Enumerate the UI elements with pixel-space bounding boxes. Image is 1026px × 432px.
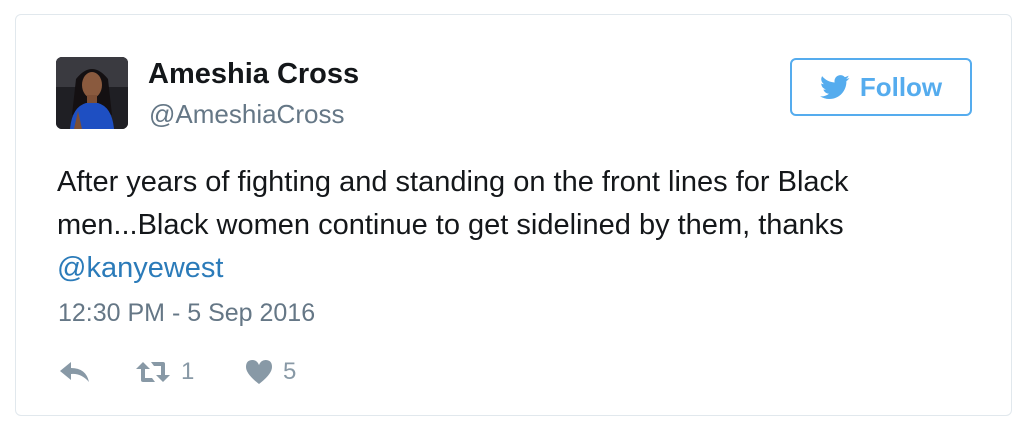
retweet-icon bbox=[135, 360, 171, 384]
profile-photo-icon bbox=[56, 57, 128, 129]
heart-icon bbox=[245, 359, 273, 385]
author-handle[interactable]: @AmeshiaCross bbox=[149, 99, 344, 130]
tweet-card: Ameshia Cross @AmeshiaCross Follow After… bbox=[15, 14, 1012, 416]
reply-icon bbox=[59, 360, 91, 384]
twitter-bird-icon bbox=[819, 74, 850, 100]
like-count: 5 bbox=[283, 358, 297, 385]
retweet-count: 1 bbox=[181, 358, 195, 385]
mention-link[interactable]: @kanyewest bbox=[57, 252, 223, 284]
tweet-timestamp[interactable]: 12:30 PM - 5 Sep 2016 bbox=[58, 299, 315, 328]
follow-button-label: Follow bbox=[859, 71, 943, 102]
reply-button[interactable] bbox=[59, 355, 91, 389]
author-display-name[interactable]: Ameshia Cross bbox=[148, 58, 359, 91]
like-button[interactable]: 5 bbox=[245, 355, 296, 389]
author-avatar[interactable] bbox=[56, 57, 128, 129]
tweet-body: After years of fighting and standing on … bbox=[57, 166, 849, 241]
follow-button[interactable]: Follow bbox=[790, 58, 972, 116]
retweet-button[interactable]: 1 bbox=[135, 355, 194, 389]
tweet-text: After years of fighting and standing on … bbox=[57, 161, 977, 290]
